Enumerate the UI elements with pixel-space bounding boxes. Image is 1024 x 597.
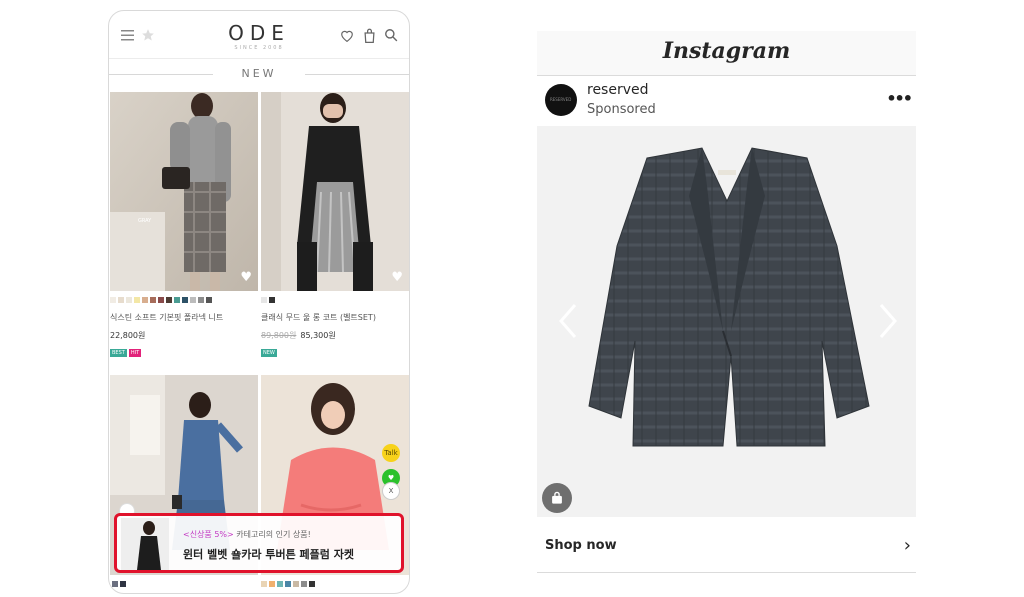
shop-now-button[interactable]: Shop now › <box>537 517 916 573</box>
color-swatches <box>261 297 409 304</box>
banner-thumbnail <box>121 518 169 570</box>
badge-hit: HIT <box>128 349 142 357</box>
section-title-new: NEW <box>109 67 409 87</box>
color-swatch[interactable] <box>158 297 164 303</box>
kakao-talk-button[interactable]: Talk <box>382 444 400 462</box>
heart-icon[interactable] <box>339 27 355 43</box>
product-image[interactable]: ♥ <box>261 92 409 291</box>
blazer-image <box>588 147 870 447</box>
promo-banner[interactable]: <신상품 5%> 카테고리의 인기 상품! 윈터 벨벳 숄카라 투버튼 페플럼 … <box>114 513 404 573</box>
sponsored-label: Sponsored <box>587 102 656 117</box>
color-swatch[interactable] <box>261 581 267 587</box>
product-image[interactable]: GRAY ♥ <box>110 92 258 291</box>
next-arrow-icon[interactable] <box>875 301 901 341</box>
instagram-logo[interactable]: Instagram <box>537 38 916 64</box>
product-name[interactable]: 식스틴 소프트 기본핏 폴라넥 니트 <box>110 312 258 323</box>
color-swatch[interactable] <box>198 297 204 303</box>
color-swatch[interactable] <box>150 297 156 303</box>
ad-image[interactable] <box>537 126 916 517</box>
color-swatch[interactable] <box>118 297 124 303</box>
banner-highlight: <신상품 5%> <box>183 530 234 539</box>
shop-header: ODE SINCE 2008 <box>109 11 409 59</box>
color-swatches <box>261 581 315 587</box>
badge-best: BEST <box>110 349 127 357</box>
product-card[interactable]: ♥ 클래식 무드 울 롱 코트 (벨트SET) 89,800원 85,300원 N… <box>261 92 409 357</box>
banner-line1: 카테고리의 인기 상품! <box>233 530 311 539</box>
product-name[interactable]: 클래식 무드 울 롱 코트 (벨트SET) <box>261 312 409 323</box>
color-swatch[interactable] <box>277 581 283 587</box>
wishlist-heart-icon[interactable]: ♥ <box>240 270 252 285</box>
cta-label: Shop now <box>545 538 617 553</box>
shop-logo-subtitle: SINCE 2008 <box>234 45 284 51</box>
product-badges: NEW <box>261 349 409 357</box>
color-swatch[interactable] <box>293 581 299 587</box>
product-card[interactable]: GRAY ♥ 식스틴 소프트 기본핏 폴라넥 니트 22,800원 BEST H… <box>110 92 258 357</box>
instagram-header: Instagram <box>537 31 916 76</box>
product-image-caption: GRAY <box>138 218 152 224</box>
color-swatch[interactable] <box>190 297 196 303</box>
prev-arrow-icon[interactable] <box>555 301 581 341</box>
product-price-value: 22,800원 <box>110 331 146 340</box>
instagram-ad: Instagram RESERVED reserved Sponsored ••… <box>537 31 916 574</box>
product-price: 89,800원 85,300원 <box>261 330 409 341</box>
color-swatch[interactable] <box>120 581 126 587</box>
color-swatches <box>112 581 126 587</box>
product-price: 22,800원 <box>110 330 258 341</box>
color-swatch[interactable] <box>261 297 267 303</box>
close-side-button[interactable]: X <box>382 482 400 500</box>
color-swatch[interactable] <box>110 297 116 303</box>
color-swatch[interactable] <box>269 297 275 303</box>
shopping-bag-icon[interactable] <box>361 27 377 43</box>
color-swatch[interactable] <box>134 297 140 303</box>
banner-title: 윈터 벨벳 숄카라 투버튼 페플럼 자켓 <box>183 548 354 561</box>
product-price-value: 85,300원 <box>300 331 336 340</box>
color-swatch[interactable] <box>112 581 118 587</box>
color-swatch[interactable] <box>174 297 180 303</box>
shop-phone-frame: ODE SINCE 2008 NEW GRAY ♥ 식스틴 소프트 기본핏 폴라… <box>108 10 410 594</box>
color-swatch[interactable] <box>269 581 275 587</box>
color-swatch[interactable] <box>166 297 172 303</box>
chevron-right-icon: › <box>903 535 911 556</box>
banner-subtitle: <신상품 5%> 카테고리의 인기 상품! <box>183 529 311 540</box>
color-swatch[interactable] <box>206 297 212 303</box>
color-swatch[interactable] <box>182 297 188 303</box>
shopping-bag-icon[interactable] <box>542 483 572 513</box>
badge-new: NEW <box>261 349 277 357</box>
search-icon[interactable] <box>383 27 399 43</box>
color-swatch[interactable] <box>309 581 315 587</box>
color-swatches <box>110 297 258 304</box>
wishlist-heart-icon[interactable]: ♥ <box>391 270 403 285</box>
avatar-text: RESERVED <box>550 97 572 102</box>
more-options-icon[interactable]: ••• <box>886 89 913 108</box>
username[interactable]: reserved <box>587 82 649 98</box>
color-swatch[interactable] <box>285 581 291 587</box>
avatar[interactable]: RESERVED <box>545 84 577 116</box>
product-old-price: 89,800원 <box>261 331 297 340</box>
color-swatch[interactable] <box>301 581 307 587</box>
product-badges: BEST HIT <box>110 349 258 357</box>
color-swatch[interactable] <box>142 297 148 303</box>
color-swatch[interactable] <box>126 297 132 303</box>
